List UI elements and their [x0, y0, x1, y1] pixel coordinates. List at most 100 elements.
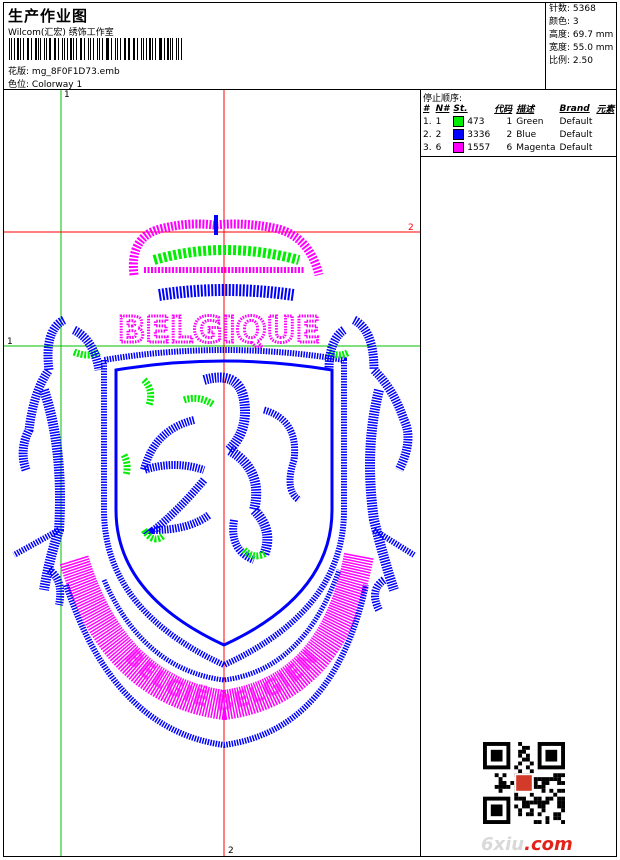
col-code: 代码 [494, 105, 513, 115]
row-element [594, 141, 616, 154]
qr-module [557, 777, 562, 782]
watermark-prefix: 6xiu [481, 834, 525, 855]
qr-module [533, 784, 538, 789]
qr-module [522, 804, 526, 809]
qr-module [529, 808, 534, 813]
qr-module [533, 777, 538, 782]
qr-module [514, 765, 519, 770]
guide-label-h1: 1 [7, 337, 13, 347]
barcode-bar [81, 38, 83, 60]
qr-module [545, 781, 550, 785]
barcode-bar [66, 38, 68, 60]
qr-module [561, 804, 565, 809]
production-sheet: 生产作业图 Wilcom(汇宏) 绣饰工作室 花版: mg_8F0F1D73.e… [3, 2, 617, 857]
design-width: 宽度: 55.0 mm [549, 43, 614, 53]
barcode-bar [149, 38, 152, 60]
pattern-value: mg_8F0F1D73.emb [31, 67, 120, 77]
qr-module [498, 784, 503, 789]
qr-module [522, 749, 526, 754]
qr-module [537, 812, 542, 817]
qr-module [545, 749, 558, 762]
qr-module [522, 757, 526, 762]
qr-module [516, 775, 532, 791]
col-brand: Brand [559, 103, 590, 114]
qr-module [506, 784, 511, 789]
qr-module [541, 808, 546, 813]
qr-module [557, 816, 562, 821]
design-text-top: BELGIQUE [118, 310, 320, 351]
qr-module [557, 796, 562, 801]
color-swatch [453, 129, 465, 140]
qr-module [541, 800, 546, 805]
barcode-bar [107, 38, 109, 60]
barcode-bar [64, 38, 65, 60]
barcode-bar [37, 38, 39, 60]
qr-module [518, 749, 523, 754]
qr-module [537, 796, 542, 801]
barcode-bar [180, 38, 182, 60]
qr-module [553, 773, 558, 778]
color-swatch [453, 116, 465, 127]
row-index: 3. [423, 142, 432, 153]
design-canvas: BELGIQUE BELGIË BELGIEN 1 1 2 2 [4, 90, 421, 856]
row-index: 2. [423, 129, 432, 140]
barcode-bar [99, 38, 101, 60]
qr-code [483, 742, 565, 824]
qr-module [525, 753, 530, 758]
qr-module [561, 808, 565, 813]
qr-module [545, 796, 550, 801]
barcode-bar [44, 38, 46, 60]
table-row: 1. 1 473 1 Green Default [421, 115, 616, 128]
barcode-bar [167, 38, 169, 60]
watermark-suffix: .com [524, 834, 573, 855]
barcode-bar [61, 38, 64, 60]
barcode-bar [79, 38, 81, 60]
row-index: 1. [423, 116, 432, 127]
qr-module [545, 816, 550, 821]
barcode-bar [176, 38, 178, 60]
qr-module [533, 820, 538, 824]
barcode-bar [20, 38, 21, 60]
qr-module [529, 769, 534, 774]
row-stitches: 3336 [451, 128, 492, 141]
central-lion [138, 372, 302, 564]
qr-module [525, 800, 530, 805]
barcode-bar [143, 38, 144, 60]
barcode-bar [115, 38, 116, 60]
pattern-label: 花版: [8, 67, 30, 77]
row-brand: Default [559, 129, 593, 140]
qr-module [549, 788, 554, 793]
design-scale: 比例: 2.50 [549, 56, 593, 66]
col-index: # [423, 103, 430, 114]
qr-module [529, 812, 534, 817]
qr-module [533, 796, 538, 801]
barcode-bar [48, 38, 51, 60]
qr-module [529, 792, 534, 797]
qr-module [557, 788, 562, 793]
qr-module [545, 777, 550, 782]
barcode-bar [127, 38, 130, 60]
barcode-bar [172, 38, 173, 60]
qr-module [553, 812, 558, 817]
qr-module [514, 804, 519, 809]
side-panel: 停止顺序: # N# St. 代码 描述 Brand 元素 1. 1 473 1… [421, 90, 616, 856]
row-code: 2 [506, 129, 513, 140]
qr-module [537, 804, 542, 809]
qr-module [498, 777, 503, 782]
barcode-bar [137, 38, 138, 60]
stitch-value: 1557 [467, 143, 491, 153]
qr-module [541, 788, 546, 793]
qr-module [557, 800, 562, 805]
barcode-bar [89, 38, 92, 60]
qr-module [525, 745, 530, 750]
stitch-count: 针数: 5368 [549, 4, 596, 14]
qr-module [525, 804, 530, 809]
barcode-bar [158, 38, 160, 60]
qr-module [525, 812, 530, 817]
col-element: 元素 [596, 105, 615, 115]
barcode-bar [96, 38, 99, 60]
qr-module [498, 781, 503, 785]
qr-module [522, 745, 526, 750]
barcode-bar [11, 38, 12, 60]
crown [128, 215, 324, 301]
